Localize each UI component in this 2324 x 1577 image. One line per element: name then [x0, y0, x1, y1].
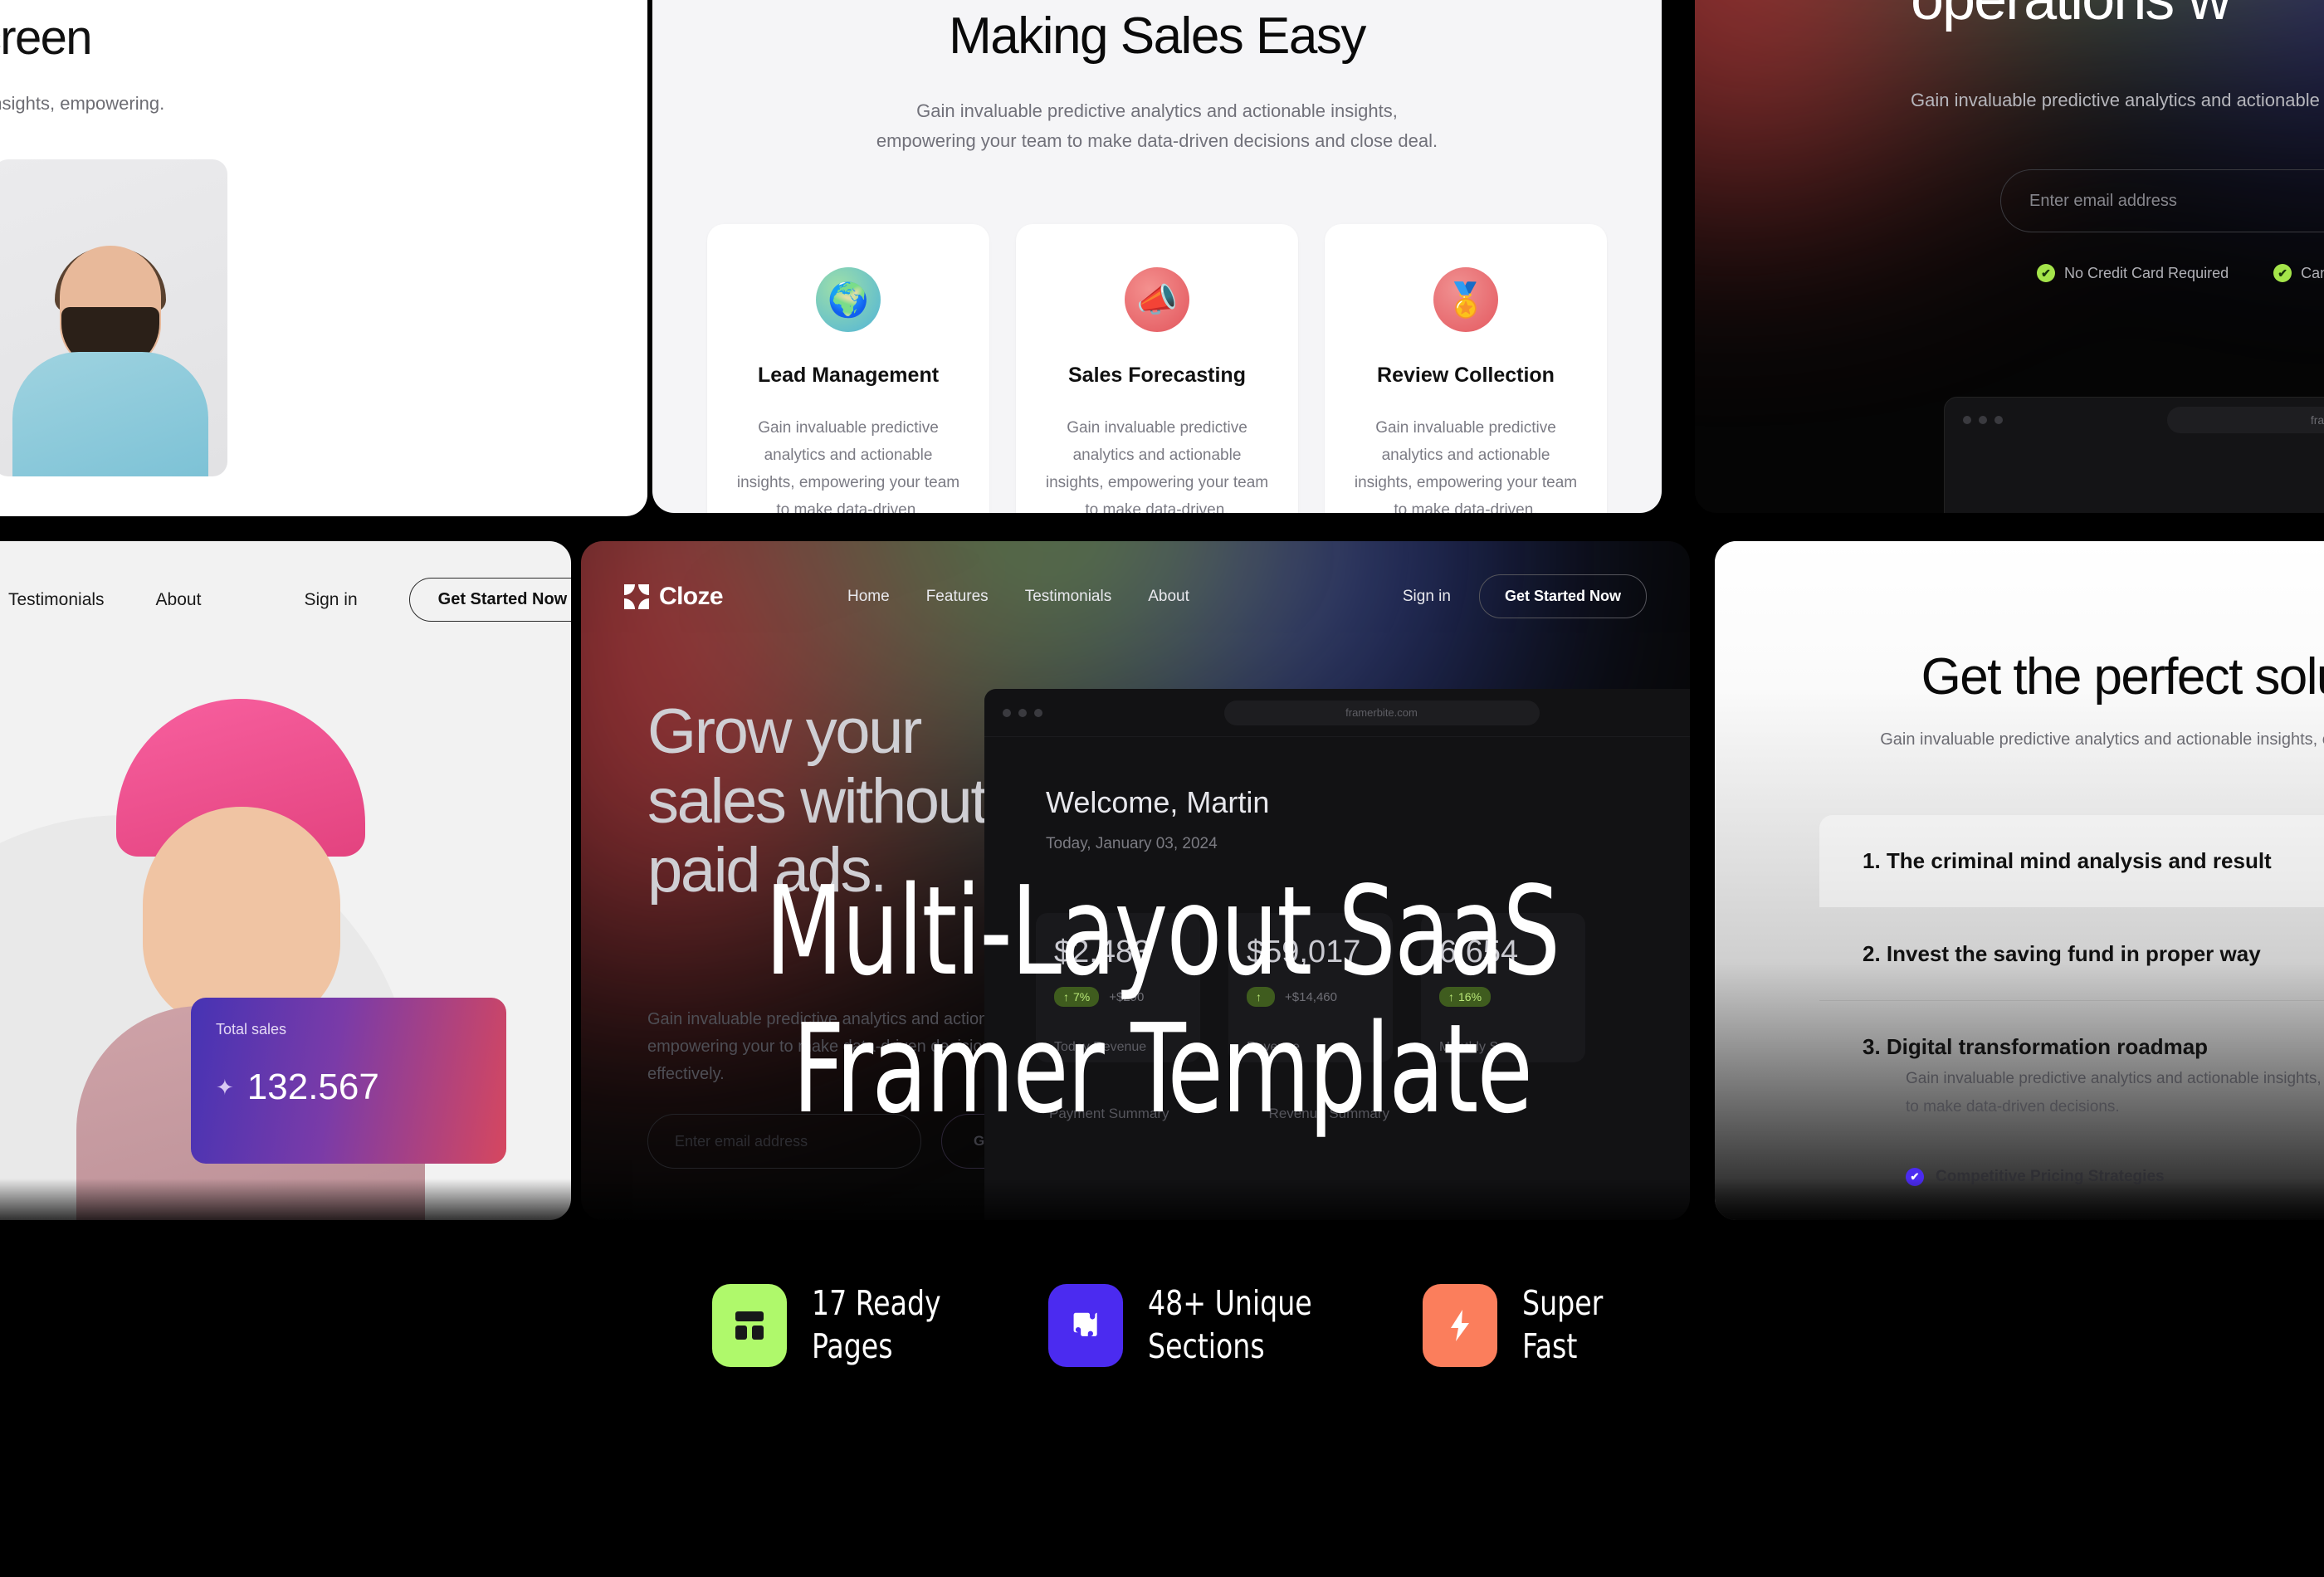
window-close-dot	[1963, 416, 1971, 424]
feature-card-lead-management[interactable]: 🌍 Lead Management Gain invaluable predic…	[707, 224, 989, 513]
feature-card-list: 🌍 Lead Management Gain invaluable predic…	[707, 224, 1607, 513]
trust-badge: ✔ Cancel Any	[2273, 264, 2324, 282]
team-card-list: ssie Cooper rketing Coordinator ›	[0, 159, 227, 476]
window-minimize-dot	[1979, 416, 1987, 424]
get-started-now-button[interactable]: Get Started Now	[1478, 574, 1647, 618]
feature-badge-label: 17 Ready Pages	[811, 1283, 941, 1366]
avatar-body	[12, 352, 208, 476]
trust-badge-label: No Credit Card Required	[2064, 264, 2229, 281]
poster-title: Multi-Layout SaaS Framer Template	[0, 860, 2324, 1140]
trust-badge-label: Cancel Any	[2301, 264, 2324, 281]
nav-link-about[interactable]: About	[1148, 588, 1189, 606]
check-icon: ✔	[2273, 264, 2292, 282]
poster-title-line-1: Multi-Layout SaaS	[764, 860, 1560, 1003]
nav-link-list: Home Features Testimonials About	[847, 588, 1189, 606]
feature-badge-label: 48+ Unique Sections	[1147, 1283, 1312, 1366]
window-maximize-dot	[1034, 708, 1042, 717]
trust-badge-list: ✔ No Credit Card Required ✔ Cancel Any	[2037, 264, 2324, 282]
globe-icon: 🌍	[816, 267, 881, 332]
feature-badge-list: 17 Ready Pages 48+ Unique Sections Super…	[0, 1282, 2324, 1368]
feature-badge-super-fast: Super Fast	[1423, 1282, 1612, 1368]
check-icon: ✔	[2037, 264, 2055, 282]
puzzle-icon	[1047, 1283, 1123, 1367]
navbar: Testimonials About Sign in Get Started N…	[0, 578, 571, 622]
team-member-card[interactable]	[0, 159, 227, 476]
panel-team: behind the screen dictive analytics and …	[0, 0, 647, 516]
nav-link-testimonials[interactable]: Testimonials	[8, 590, 105, 610]
email-input[interactable]: Enter email address	[2001, 192, 2324, 211]
navbar: Cloze Home Features Testimonials About S…	[581, 574, 1690, 618]
nav-actions: Sign in Get Started Now	[1403, 574, 1647, 618]
team-heading: behind the screen	[0, 11, 93, 65]
feature-card-title: Lead Management	[757, 364, 940, 387]
trust-badge: ✔ No Credit Card Required	[2037, 264, 2229, 282]
nav-signin-link[interactable]: Sign in	[304, 590, 357, 610]
feature-card-body: Gain invaluable predictive analytics and…	[1045, 419, 1269, 513]
dashboard-welcome: Welcome, Martin Today, January 03, 2024	[984, 737, 1690, 853]
solution-heading: Get the perfect solution	[1921, 648, 2324, 706]
feature-badge-ready-pages: 17 Ready Pages	[711, 1282, 955, 1368]
layout-icon	[711, 1283, 787, 1367]
feature-card-body: Gain invaluable predictive analytics and…	[736, 419, 960, 513]
browser-url-bar[interactable]: framerbite.com	[1223, 700, 1540, 725]
welcome-title: Welcome, Martin	[1046, 785, 1270, 819]
nav-link-home[interactable]: Home	[847, 588, 890, 606]
medal-icon: 🏅	[1433, 267, 1498, 332]
nav-signin-link[interactable]: Sign in	[1403, 588, 1451, 606]
window-minimize-dot	[1018, 708, 1027, 717]
feature-badge-unique-sections: 48+ Unique Sections	[1047, 1282, 1330, 1368]
cloze-pinwheel-icon	[624, 583, 649, 609]
feature-badge-label: Super Fast	[1522, 1283, 1604, 1366]
welcome-date: Today, January 03, 2024	[1046, 835, 1218, 852]
megaphone-icon: 📣	[1125, 267, 1189, 332]
features-title: Making Sales Easy	[949, 7, 1366, 65]
feature-card-title: Sales Forecasting	[1068, 364, 1246, 387]
feature-card-title: Review Collection	[1377, 364, 1555, 387]
browser-titlebar: framerbite.com	[984, 689, 1690, 737]
brand-logo[interactable]: Cloze	[624, 582, 724, 611]
panel-features: Making Sales Easy Gain invaluable predic…	[652, 0, 1662, 513]
dark-hero-heading: Revolutionize operations w	[1911, 0, 2324, 34]
poster-stage: behind the screen dictive analytics and …	[0, 0, 2324, 1577]
get-started-now-button[interactable]: Get Started Now	[408, 578, 571, 622]
browser-titlebar: framerbite.com	[1945, 398, 2324, 442]
features-subtitle: Gain invaluable predictive analytics and…	[876, 100, 1438, 151]
feature-card-body: Gain invaluable predictive analytics and…	[1354, 419, 1578, 513]
browser-url-bar[interactable]: framerbite.com	[2166, 407, 2324, 433]
brand-name: Cloze	[659, 582, 724, 610]
solution-subtitle: Gain invaluable predictive analytics and…	[1880, 730, 2324, 749]
nav-link-testimonials[interactable]: Testimonials	[1025, 588, 1112, 606]
panel-dark-hero: Revolutionize operations w Gain invaluab…	[1695, 0, 2324, 513]
nav-link-features[interactable]: Features	[926, 588, 989, 606]
bottom-fade-overlay	[0, 1179, 2324, 1253]
feature-card-sales-forecasting[interactable]: 📣 Sales Forecasting Gain invaluable pred…	[1016, 224, 1298, 513]
nav-link-about[interactable]: About	[156, 590, 202, 610]
window-close-dot	[1003, 708, 1011, 717]
window-maximize-dot	[1994, 416, 2003, 424]
dark-hero-subtitle: Gain invaluable predictive analytics and…	[1911, 90, 2324, 110]
lightning-icon	[1423, 1283, 1498, 1367]
feature-card-review-collection[interactable]: 🏅 Review Collection Gain invaluable pred…	[1325, 224, 1607, 513]
poster-title-line-2: Framer Template	[792, 997, 1533, 1140]
email-signup-form: Enter email address Get Started Fo	[2000, 169, 2324, 232]
team-subtitle: dictive analytics and actionable insight…	[0, 93, 165, 114]
browser-mockup: framerbite.com	[1944, 397, 2324, 513]
